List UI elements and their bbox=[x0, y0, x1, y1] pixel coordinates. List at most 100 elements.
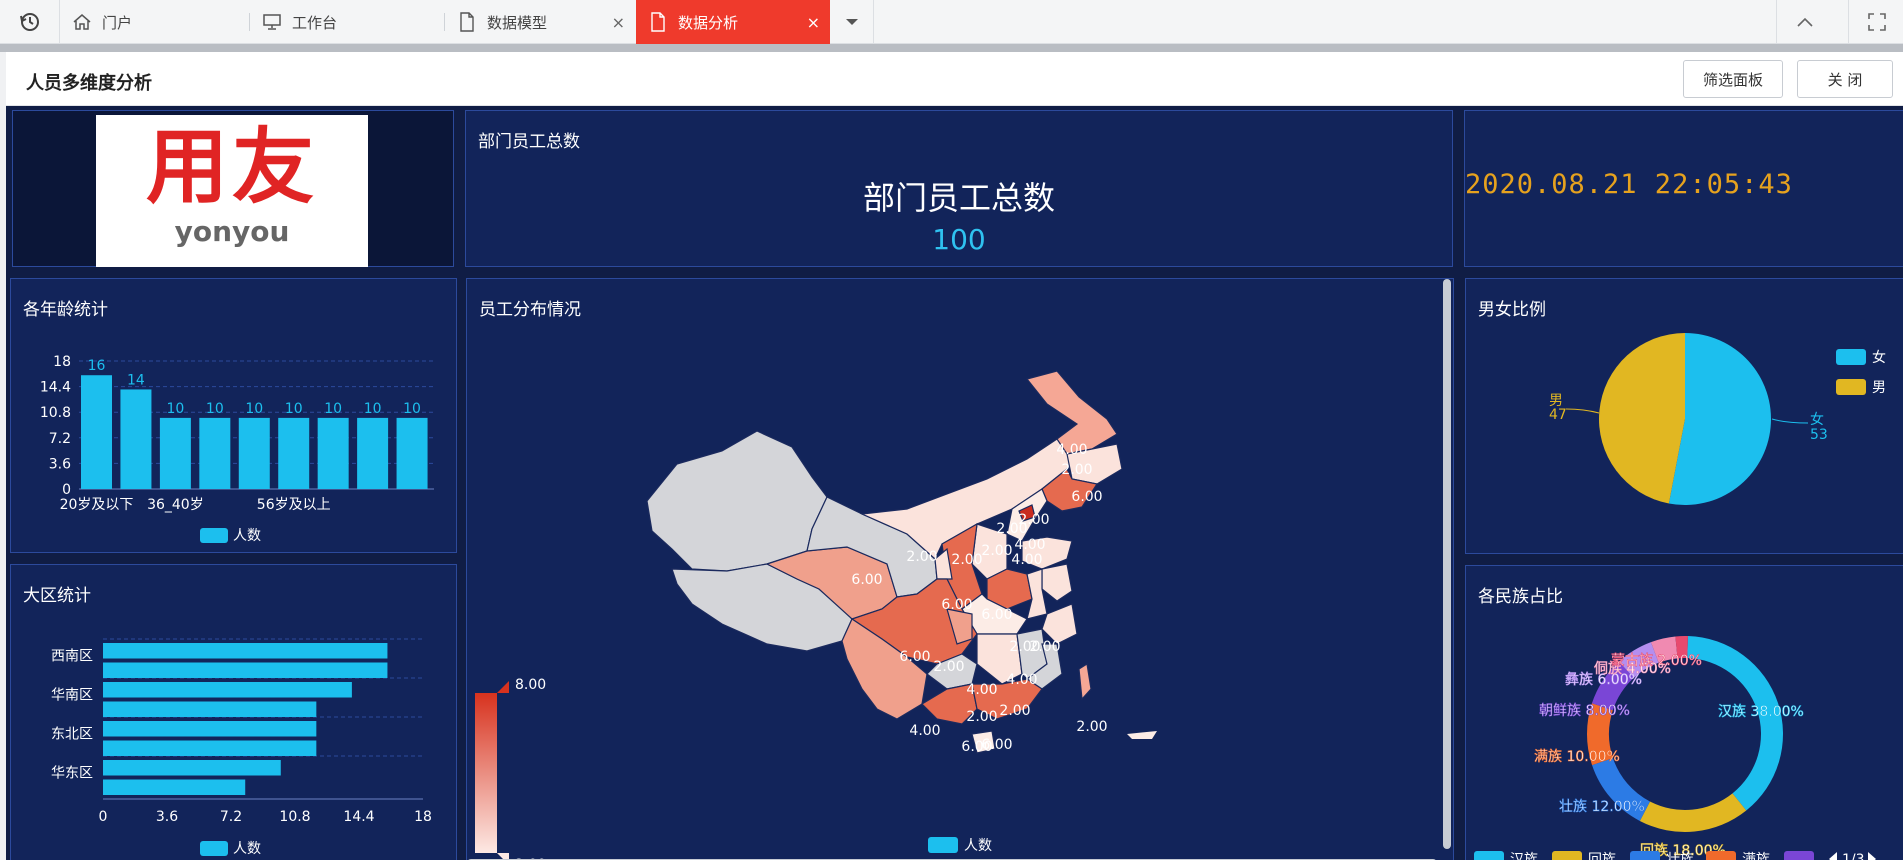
map-value-label: 2.00 bbox=[1009, 639, 1040, 655]
province-taiwan bbox=[1078, 663, 1092, 701]
vertical-scrollbar[interactable] bbox=[1443, 279, 1451, 849]
legend-swatch bbox=[1474, 851, 1504, 860]
legend-swatch bbox=[1630, 851, 1660, 860]
map-value-label: 2.00 bbox=[966, 709, 997, 725]
tab-separator-bar bbox=[0, 44, 1903, 52]
map-value-label: 4.00 bbox=[1011, 552, 1042, 568]
data-label: 10 bbox=[206, 401, 224, 417]
map-value-label: 2.00 bbox=[999, 703, 1030, 719]
map-value-label: 2.00 bbox=[1061, 462, 1092, 478]
map-value-label: 4.00 bbox=[1056, 442, 1087, 458]
filter-panel-button[interactable]: 筛选面板 bbox=[1683, 60, 1783, 98]
map-panel: 员工分布情况 4.00 2.00 6.00 2.00 2.00 4.00 2.00 2.00 2… bbox=[466, 278, 1454, 860]
legend-label: 回族 bbox=[1588, 852, 1616, 860]
legend-page: 1/3 bbox=[1842, 852, 1865, 860]
legend-label: 人数 bbox=[964, 838, 992, 854]
tab-data-analysis[interactable]: 数据分析 × bbox=[636, 0, 830, 44]
slice-label: 女 bbox=[1810, 411, 1824, 428]
map-value-label: 2.00 bbox=[1076, 719, 1107, 735]
chevron-down-icon[interactable] bbox=[830, 0, 874, 44]
legend-label: 男 bbox=[1872, 380, 1886, 396]
region-panel: 大区统计 西南区 华南区 东北区 华东区 0 3.6 7.2 10.8 14.4 18 人数 bbox=[10, 564, 457, 860]
legend-label: 人数 bbox=[233, 841, 261, 857]
y-tick-label: 3.6 bbox=[49, 456, 71, 472]
slice-label: 朝鲜族 8.00% bbox=[1539, 703, 1630, 719]
bar bbox=[317, 417, 349, 489]
bar bbox=[159, 417, 191, 489]
map-value-label: 6.00 bbox=[981, 737, 1012, 753]
x-tick-label: 20岁及以下 bbox=[60, 497, 134, 513]
clock-panel: 2020.08.21 22:05:43 bbox=[1464, 110, 1903, 267]
x-tick-label: 3.6 bbox=[156, 809, 178, 825]
map-value-label: 6.00 bbox=[981, 607, 1012, 623]
legend-swatch bbox=[1706, 851, 1736, 860]
legend-swatch bbox=[928, 837, 958, 853]
y-tick-label: 7.2 bbox=[49, 431, 71, 447]
close-tab-icon[interactable]: × bbox=[807, 13, 820, 32]
bar bbox=[103, 760, 281, 776]
legend-label: 人数 bbox=[233, 528, 261, 544]
y-tick-label: 华南区 bbox=[51, 688, 93, 704]
map-value-label: 6.00 bbox=[1071, 489, 1102, 505]
ethnic-panel: 各民族占比 汉族 38.00% 回族 18.00% 壮族 12.00% 满族 10.0… bbox=[1465, 565, 1903, 860]
age-panel: 各年龄统计 0 3.6 7.2 10.8 14.4 18 16 20岁及以下 14 10 36_40… bbox=[10, 278, 457, 553]
y-tick-label: 10.8 bbox=[40, 405, 71, 421]
history-icon[interactable] bbox=[0, 0, 60, 44]
y-tick-label: 14.4 bbox=[40, 380, 71, 396]
map-value-label: 6.00 bbox=[941, 597, 972, 613]
legend-swatch bbox=[200, 841, 228, 856]
bar bbox=[103, 721, 317, 737]
map-value-label: 2.00 bbox=[951, 552, 982, 568]
map-value-label: 6.00 bbox=[851, 572, 882, 588]
x-tick-label: 7.2 bbox=[220, 809, 242, 825]
data-label: 16 bbox=[88, 358, 106, 374]
close-button[interactable]: 关 闭 bbox=[1797, 60, 1893, 98]
china-map[interactable]: 4.002.006.002.002.004.002.00 2.002.004.00… bbox=[467, 279, 1455, 860]
pie-slice bbox=[1599, 333, 1685, 504]
bar bbox=[278, 417, 310, 489]
window-titlebar: 人员多维度分析 筛选面板 关 闭 bbox=[6, 52, 1903, 106]
bar bbox=[81, 375, 112, 489]
data-label: 10 bbox=[403, 401, 421, 417]
map-value-label: 4.00 bbox=[966, 682, 997, 698]
data-label: 14 bbox=[127, 372, 145, 388]
slice-label: 蒙古族 2.00% bbox=[1611, 653, 1702, 669]
x-tick-label: 10.8 bbox=[279, 809, 310, 825]
bar bbox=[120, 389, 152, 489]
map-value-label: 2.00 bbox=[933, 659, 964, 675]
ethnic-donut-chart: 汉族 38.00%回族 18.00%壮族 12.00%满族 10.00%朝鲜族 … bbox=[1474, 636, 1876, 860]
slice-label: 满族 10.00% bbox=[1534, 749, 1620, 765]
x-tick-label: 56岁及以上 bbox=[257, 497, 331, 513]
dashboard: 用友 yonyou 部门员工总数 部门员工总数 100 2020.08.21 2… bbox=[6, 106, 1903, 860]
slice-value: 53 bbox=[1810, 427, 1828, 443]
map-value-label: 2.00 bbox=[981, 543, 1012, 559]
kpi-title: 部门员工总数 bbox=[862, 179, 1055, 217]
bar bbox=[103, 643, 388, 659]
fullscreen-icon[interactable] bbox=[1848, 0, 1903, 44]
close-tab-icon[interactable]: × bbox=[612, 13, 625, 32]
kpi-value: 100 bbox=[932, 223, 986, 256]
document-icon bbox=[457, 12, 477, 32]
age-bar-chart: 0 3.6 7.2 10.8 14.4 18 16 20岁及以下 14 10 36_40岁 10 10 1… bbox=[40, 354, 434, 544]
legend-swatch bbox=[1836, 349, 1866, 365]
tab-data-model[interactable]: 数据模型 × bbox=[445, 0, 635, 44]
bar bbox=[199, 417, 231, 489]
bar bbox=[103, 740, 317, 756]
map-value-label: 6.00 bbox=[899, 649, 930, 665]
monitor-icon bbox=[262, 12, 282, 32]
gender-panel: 男女比例 女 53 男 47 女男 bbox=[1465, 278, 1903, 554]
yonyou-logo: 用友 yonyou bbox=[96, 115, 368, 267]
bar bbox=[396, 417, 428, 489]
bar bbox=[103, 779, 246, 795]
tab-portal[interactable]: 门户 bbox=[60, 0, 250, 44]
y-tick-label: 华东区 bbox=[51, 766, 93, 782]
chevron-up-icon[interactable] bbox=[1776, 0, 1832, 44]
tab-workbench[interactable]: 工作台 bbox=[250, 0, 445, 44]
legend-swatch bbox=[1552, 851, 1582, 860]
panel-title: 部门员工总数 bbox=[478, 132, 580, 152]
y-tick-label: 0 bbox=[62, 482, 71, 498]
slice-value: 47 bbox=[1549, 407, 1567, 423]
map-value-label: 2.00 bbox=[906, 549, 937, 565]
legend-label: 壮族 bbox=[1666, 852, 1694, 860]
kpi-panel: 部门员工总数 部门员工总数 100 bbox=[465, 110, 1453, 267]
